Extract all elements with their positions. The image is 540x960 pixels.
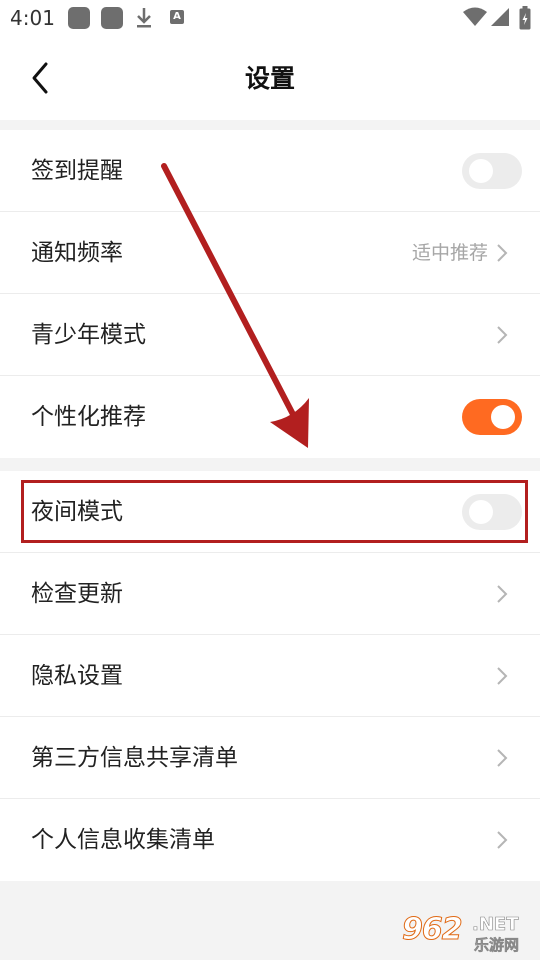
wifi-icon: [463, 7, 487, 26]
row-value: 适中推荐: [411, 242, 488, 264]
chevron-right-icon: [497, 667, 508, 685]
row-label: 第三方信息共享清单: [31, 745, 238, 771]
chevron-right-icon: [497, 326, 508, 344]
toggle-knob: [469, 500, 493, 524]
settings-row-third-party-sharing-list[interactable]: 第三方信息共享清单: [0, 717, 540, 799]
watermark-logo: 962 .NET 乐游网: [402, 912, 534, 956]
settings-row-youth-mode[interactable]: 青少年模式: [0, 294, 540, 376]
toggle-knob: [469, 159, 493, 183]
a-badge-icon: A: [170, 10, 184, 24]
row-label: 个性化推荐: [31, 404, 146, 430]
notification-app-icon: [101, 7, 123, 29]
nav-bar: 设置: [0, 38, 540, 120]
chevron-left-icon: [32, 62, 48, 94]
chevron-right-icon: [497, 244, 508, 262]
cell-signal-icon: [491, 8, 509, 26]
row-label: 检查更新: [31, 581, 123, 607]
battery-icon: [519, 6, 531, 30]
notification-app-icon: [68, 7, 90, 29]
row-label: 隐私设置: [31, 663, 123, 689]
back-button[interactable]: [22, 56, 62, 100]
settings-row-checkin-reminder: 签到提醒: [0, 130, 540, 212]
settings-row-personalized-recommendation: 个性化推荐: [0, 376, 540, 458]
settings-row-notification-frequency[interactable]: 通知频率 适中推荐: [0, 212, 540, 294]
watermark-suffix: .NET: [472, 914, 519, 936]
row-label: 夜间模式: [31, 499, 123, 525]
settings-section-general: 签到提醒 通知频率 适中推荐 青少年模式 个性化推荐: [0, 130, 540, 458]
watermark-cn: 乐游网: [474, 936, 520, 955]
settings-row-privacy-settings[interactable]: 隐私设置: [0, 635, 540, 717]
toggle-knob: [491, 405, 515, 429]
settings-row-personal-info-collection-list[interactable]: 个人信息收集清单: [0, 799, 540, 881]
row-label: 通知频率: [31, 240, 123, 266]
settings-section-other: 夜间模式 检查更新 隐私设置 第三方信息共享清单 个人信息收集清单: [0, 471, 540, 881]
row-label: 青少年模式: [31, 322, 146, 348]
settings-row-check-update[interactable]: 检查更新: [0, 553, 540, 635]
row-label: 个人信息收集清单: [31, 827, 215, 853]
page-title: 设置: [244, 64, 295, 93]
settings-row-night-mode: 夜间模式: [0, 471, 540, 553]
personalized-recommendation-toggle[interactable]: [462, 399, 522, 435]
status-time: 4:01: [10, 6, 55, 30]
watermark-number: 962: [402, 912, 464, 948]
status-bar: 4:01 A: [0, 0, 540, 38]
download-icon: [137, 8, 151, 28]
chevron-right-icon: [497, 831, 508, 849]
row-label: 签到提醒: [31, 158, 123, 184]
night-mode-toggle[interactable]: [462, 494, 522, 530]
chevron-right-icon: [497, 749, 508, 767]
chevron-right-icon: [497, 585, 508, 603]
checkin-reminder-toggle[interactable]: [462, 153, 522, 189]
